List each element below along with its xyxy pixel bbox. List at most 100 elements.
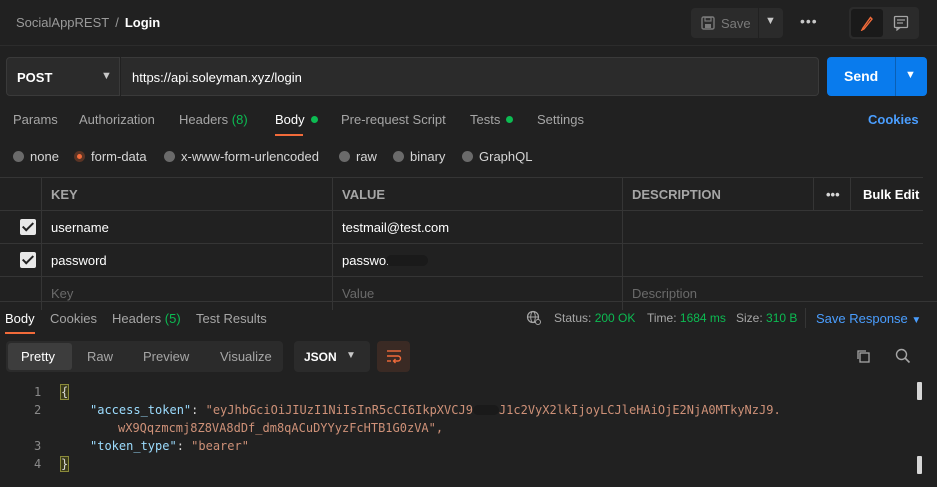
column-description: DESCRIPTION [622,178,813,210]
view-raw[interactable]: Raw [87,349,113,364]
view-mode-tabs: Pretty Raw Preview Visualize [6,341,283,372]
response-time: Time: 1684 ms [647,311,726,325]
row-checkbox[interactable] [20,219,36,235]
save-button[interactable]: Save ▼ [691,8,783,38]
tab-body-label: Body [275,112,305,127]
response-size: Size: 310 B [736,311,797,325]
table-row: username testmail@test.com [0,211,923,244]
radio-icon [462,151,473,162]
globe-icon[interactable] [526,310,542,326]
method-select[interactable]: POST ▼ [6,57,120,96]
radio-none[interactable]: none [13,149,59,164]
breadcrumb-request[interactable]: Login [125,15,160,30]
value-placeholder: Value [342,286,375,301]
value-text: passwor [342,253,391,268]
format-label: JSON [304,350,337,364]
tab-pre-request-script[interactable]: Pre-request Script [341,112,446,127]
wrap-lines-button[interactable] [377,341,410,372]
json-value: "bearer" [191,439,249,453]
tests-indicator-dot [506,116,514,123]
save-response-button[interactable]: Save Response ▼ [816,311,921,326]
chevron-down-icon[interactable]: ▼ [905,69,916,81]
view-preview[interactable]: Preview [143,349,189,364]
divider [805,308,806,328]
response-body-viewer[interactable]: 1 { 2 "access_token": "eyJhbGciOiJIUzI1N… [0,380,937,487]
chevron-down-icon[interactable]: ▼ [765,15,776,27]
response-tab-body[interactable]: Body [5,311,35,326]
format-select[interactable]: JSON ▼ [294,341,370,372]
top-bar: SocialAppREST / Login Save ▼ ••• [0,0,937,46]
tab-headers-label: Headers [179,112,229,127]
tab-params[interactable]: Params [13,112,58,127]
send-label: Send [844,68,879,84]
response-tab-headers[interactable]: Headers (5) [112,311,181,326]
description-cell[interactable] [622,211,923,243]
scrollbar-thumb[interactable] [917,456,922,474]
key-cell[interactable]: username [41,211,333,243]
tab-tests-label: Tests [470,112,501,127]
radio-x-www-form-urlencoded[interactable]: x-www-form-urlencoded [164,149,319,164]
line-number: 2 [34,403,42,417]
table-row: password passwor [0,244,923,277]
radio-selected-icon [74,151,85,162]
value-cell[interactable]: testmail@test.com [332,211,622,243]
column-options[interactable]: ••• [813,178,850,210]
json-brace: } [59,456,70,472]
key-cell[interactable]: password [41,244,333,276]
chevron-down-icon: ▼ [101,70,112,82]
radio-label: GraphQL [479,149,533,164]
value-text: testmail@test.com [342,220,450,235]
response-tab-cookies[interactable]: Cookies [50,311,97,326]
json-line: "token_type": "bearer" [90,439,249,453]
copy-icon[interactable] [856,349,871,364]
save-divider [758,8,759,38]
tab-tests[interactable]: Tests [470,112,514,127]
breadcrumb: SocialAppREST / Login [16,15,160,30]
redaction-mark [472,405,499,415]
body-indicator-dot [310,116,318,123]
response-tab-test-results[interactable]: Test Results [196,311,267,326]
key-text: username [51,220,109,235]
tab-body[interactable]: Body [275,112,318,127]
radio-raw[interactable]: raw [339,149,377,164]
radio-icon [13,151,24,162]
size-label: Size: [736,311,763,325]
edit-mode-button[interactable] [851,9,883,37]
column-value: VALUE [332,178,622,210]
bulk-edit-button[interactable]: Bulk Edit [850,178,923,210]
radio-form-data[interactable]: form-data [74,149,147,164]
status-value: 200 OK [594,311,636,325]
tab-settings[interactable]: Settings [537,112,584,127]
column-header: KEY [51,187,78,202]
method-label: POST [17,70,53,85]
radio-binary[interactable]: binary [393,149,445,164]
view-pretty[interactable]: Pretty [21,349,55,364]
wrap-lines-icon [387,350,402,364]
tab-headers-count: (8) [231,112,248,127]
json-key: "token_type" [90,439,177,453]
cookies-link[interactable]: Cookies [868,112,919,127]
breadcrumb-collection[interactable]: SocialAppREST [16,15,109,30]
search-icon[interactable] [895,348,911,364]
more-options-icon[interactable]: ••• [800,13,818,29]
radio-graphql[interactable]: GraphQL [462,149,532,164]
tab-headers[interactable]: Headers (8) [179,112,248,127]
value-cell[interactable]: passwor [332,244,622,276]
row-checkbox[interactable] [20,252,36,268]
line-number: 3 [34,439,42,453]
comments-icon[interactable] [893,15,909,31]
json-value: wX9Qqzmcmj8Z8VA8dDf_dm8qACuDYYyzFcHTB1G0… [118,421,444,435]
send-button[interactable]: Send ▼ [827,57,927,96]
tab-authorization[interactable]: Authorization [79,112,155,127]
json-line: "access_token": "eyJhbGciOiJIUzI1NiIsInR… [90,403,781,417]
more-options-icon: ••• [826,187,840,202]
column-key: KEY [41,178,333,210]
view-toggle [849,7,919,39]
scrollbar-thumb[interactable] [917,382,922,400]
chevron-down-icon: ▼ [346,350,356,361]
radio-icon [339,151,350,162]
url-input[interactable]: https://api.soleyman.xyz/login [121,57,819,96]
body-type-selector: none form-data x-www-form-urlencoded raw… [0,145,937,167]
description-cell[interactable] [622,244,923,276]
view-visualize[interactable]: Visualize [220,349,272,364]
